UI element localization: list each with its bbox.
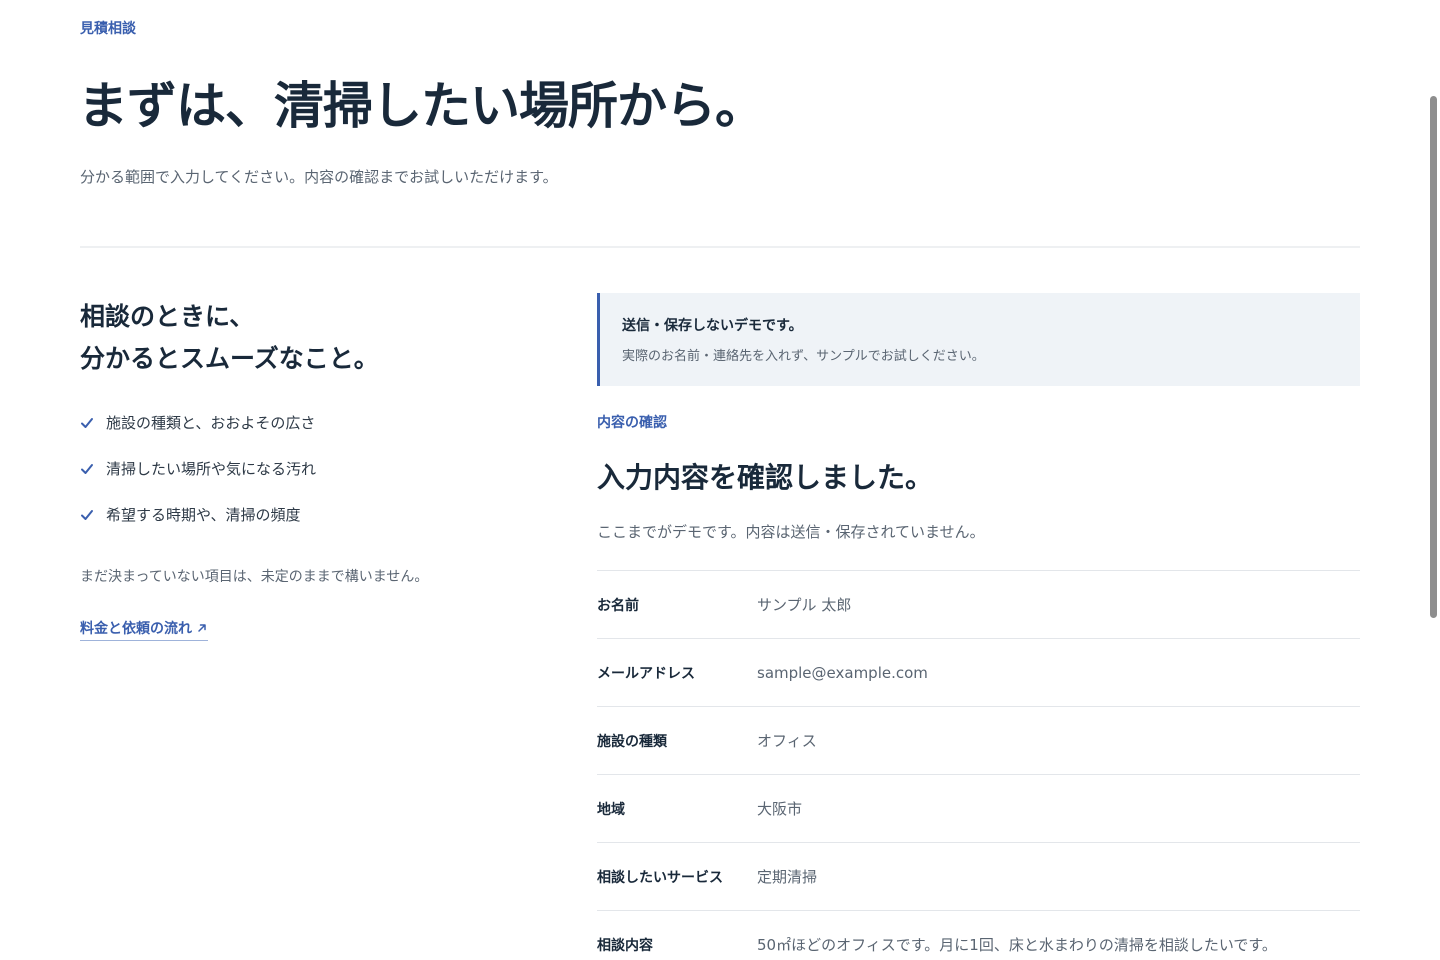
summary-key: 地域 xyxy=(597,801,625,818)
check-icon xyxy=(81,464,93,474)
summary-value: sample@example.com xyxy=(757,663,928,682)
demo-notice: 送信・保存しないデモです。 実際のお名前・連絡先を入れず、サンプルでお試しくださ… xyxy=(597,293,1360,386)
summary-value: サンプル 太郎 xyxy=(757,596,852,614)
page-scrollbar[interactable] xyxy=(1428,0,1440,960)
summary-key: 相談したいサービス xyxy=(597,869,723,886)
summary-row: 相談したいサービス 定期清掃 xyxy=(597,843,1360,911)
confirmation-eyebrow: 内容の確認 xyxy=(597,415,667,431)
summary-value: 定期清掃 xyxy=(757,868,818,886)
guide-checklist: 施設の種類と、おおよその広さ 清掃したい場所や気になる汚れ 希望する時期や、清掃… xyxy=(80,412,316,550)
guide-title-line2: 分かるとスムーズなこと。 xyxy=(80,344,379,373)
summary-row: 相談内容 50㎡ほどのオフィスです。月に1回、床と水まわりの清掃を相談したいです… xyxy=(597,911,1360,960)
summary-value: オフィス xyxy=(757,732,817,750)
checklist-item: 施設の種類と、おおよその広さ xyxy=(80,412,316,458)
check-icon xyxy=(81,510,93,520)
scrollbar-thumb[interactable] xyxy=(1430,96,1437,618)
summary-key: 施設の種類 xyxy=(597,733,667,750)
checklist-item-label: 施設の種類と、おおよその広さ xyxy=(106,414,316,432)
confirmation-summary: お名前 サンプル 太郎 メールアドレス sample@example.com 施… xyxy=(597,570,1360,960)
guide-title: 相談のときに、 分かるとスムーズなこと。 xyxy=(80,296,379,380)
guide-note: まだ決まっていない項目は、未定のままで構いません。 xyxy=(80,569,429,585)
summary-key: メールアドレス xyxy=(597,665,695,682)
pricing-flow-link[interactable]: 料金と依頼の流れ xyxy=(80,618,208,641)
summary-row: 施設の種類 オフィス xyxy=(597,707,1360,775)
summary-row: メールアドレス sample@example.com xyxy=(597,639,1360,707)
demo-notice-body: 実際のお名前・連絡先を入れず、サンプルでお試しください。 xyxy=(622,349,985,364)
summary-key: お名前 xyxy=(597,597,639,614)
check-icon xyxy=(81,418,93,428)
confirmation-lead: ここまでがデモです。内容は送信・保存されていません。 xyxy=(597,523,985,541)
summary-row: お名前 サンプル 太郎 xyxy=(597,571,1360,639)
checklist-item-label: 清掃したい場所や気になる汚れ xyxy=(106,460,317,478)
summary-key: 相談内容 xyxy=(597,937,653,954)
demo-notice-title: 送信・保存しないデモです。 xyxy=(622,318,803,334)
summary-value: 大阪市 xyxy=(757,800,803,818)
page-lead: 分かる範囲で入力してください。内容の確認までお試しいただけます。 xyxy=(80,168,558,186)
summary-value: 50㎡ほどのオフィスです。月に1回、床と水まわりの清掃を相談したいです。 xyxy=(757,936,1277,954)
guide-title-line1: 相談のときに、 xyxy=(80,302,255,331)
pricing-flow-link-label: 料金と依頼の流れ xyxy=(80,621,192,637)
external-arrow-icon xyxy=(198,624,206,632)
section-divider xyxy=(80,246,1360,248)
estimate-page: 見積相談 まずは、清掃したい場所から。 分かる範囲で入力してください。内容の確認… xyxy=(0,0,1440,960)
confirmation-title: 入力内容を確認しました。 xyxy=(597,461,934,494)
checklist-item-label: 希望する時期や、清掃の頻度 xyxy=(106,506,301,524)
summary-row: 地域 大阪市 xyxy=(597,775,1360,843)
checklist-item: 希望する時期や、清掃の頻度 xyxy=(80,504,316,550)
page-eyebrow: 見積相談 xyxy=(80,21,136,37)
page-title: まずは、清掃したい場所から。 xyxy=(78,77,765,135)
checklist-item: 清掃したい場所や気になる汚れ xyxy=(80,458,316,504)
